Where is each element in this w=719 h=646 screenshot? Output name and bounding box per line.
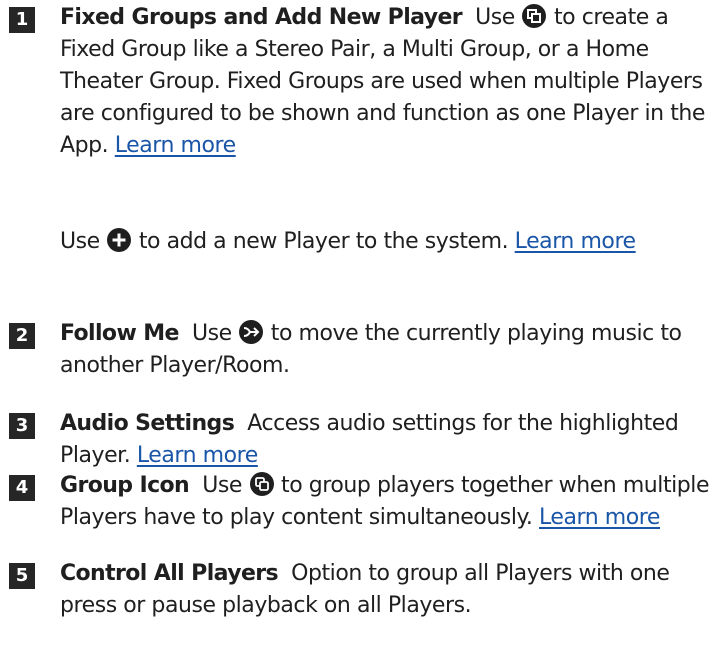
item-number-badge: 1 bbox=[9, 7, 35, 33]
follow-me-icon bbox=[239, 320, 264, 344]
item-text: Use bbox=[60, 229, 100, 254]
item-title: Group Icon bbox=[60, 473, 190, 498]
learn-more-link[interactable]: Learn more bbox=[115, 133, 236, 158]
item-title: Control All Players bbox=[60, 561, 279, 586]
item-title: Audio Settings bbox=[60, 411, 235, 436]
item-description-add-player: Use to add a new Player to the system. L… bbox=[60, 226, 710, 258]
item-description: Control All Players Option to group all … bbox=[60, 558, 710, 622]
item-text: Use bbox=[202, 473, 242, 498]
item-text: Use bbox=[475, 5, 515, 30]
item-number-badge: 5 bbox=[9, 563, 35, 589]
item-title: Follow Me bbox=[60, 321, 179, 346]
item-description: Group Icon Use to group players together… bbox=[60, 470, 710, 534]
item-description: Audio Settings Access audio settings for… bbox=[60, 408, 710, 472]
learn-more-link[interactable]: Learn more bbox=[515, 229, 636, 254]
item-text: Use bbox=[191, 321, 232, 346]
item-number-badge: 3 bbox=[9, 413, 35, 439]
item-number-badge: 2 bbox=[9, 323, 35, 349]
fixed-group-icon bbox=[522, 4, 547, 28]
item-text: to add a new Player to the system. bbox=[138, 229, 509, 254]
item-title: Fixed Groups and Add New Player bbox=[60, 5, 463, 30]
item-description: Fixed Groups and Add New Player Use to c… bbox=[60, 2, 710, 162]
item-description: Follow Me Use to move the currently play… bbox=[60, 318, 710, 382]
group-icon bbox=[249, 472, 274, 496]
learn-more-link[interactable]: Learn more bbox=[539, 505, 660, 530]
item-number-badge: 4 bbox=[9, 475, 35, 501]
learn-more-link[interactable]: Learn more bbox=[137, 443, 258, 468]
add-player-icon bbox=[107, 228, 132, 252]
